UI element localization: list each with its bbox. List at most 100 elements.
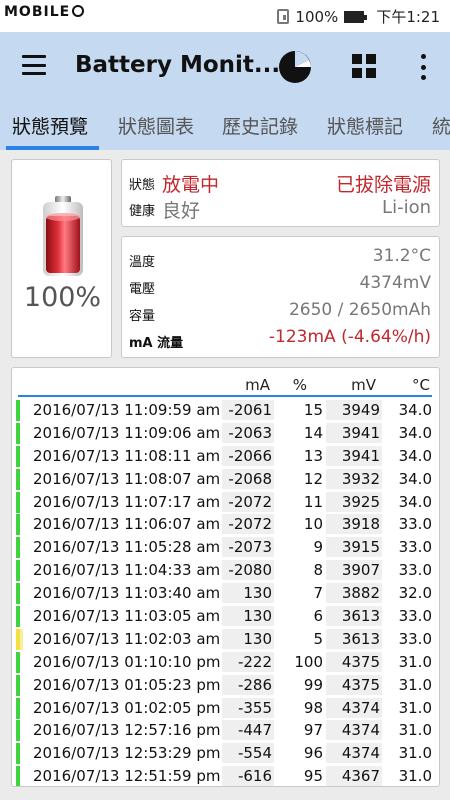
state-value: 放電中 <box>162 174 220 196</box>
power-source-status: 已拔除電源 <box>335 174 431 196</box>
charge-status-indicator <box>16 766 20 786</box>
row-voltage: 3918 <box>326 514 382 535</box>
table-row[interactable]: 2016/07/13 12:53:29 pm -554 96 4374 31.0 <box>16 742 436 765</box>
row-percent: 100 <box>294 652 323 671</box>
row-timestamp: 2016/07/13 11:07:17 am <box>33 492 221 511</box>
row-current: -355 <box>222 697 274 718</box>
table-row[interactable]: 2016/07/13 11:09:59 am -2061 15 3949 34.0 <box>16 399 436 422</box>
health-value: 良好 <box>162 200 201 222</box>
row-timestamp: 2016/07/13 11:06:07 am <box>33 515 221 534</box>
row-percent: 8 <box>313 561 323 580</box>
row-timestamp: 2016/07/13 12:53:29 pm <box>33 744 221 763</box>
brand-ring-icon <box>72 5 85 17</box>
header-temp: °C <box>412 376 430 394</box>
table-row[interactable]: 2016/07/13 01:10:10 pm -222 100 4375 31.0 <box>16 651 436 674</box>
row-current: 130 <box>222 583 274 604</box>
row-voltage: 3925 <box>326 491 382 512</box>
status-bar: MOBILE 100% 下午1:21 <box>0 0 450 32</box>
row-voltage: 3941 <box>326 422 382 443</box>
charge-status-indicator <box>16 422 20 444</box>
row-timestamp: 2016/07/13 11:09:06 am <box>33 423 221 442</box>
header-ma: mA <box>245 376 270 394</box>
row-temperature: 34.0 <box>398 469 432 488</box>
row-timestamp: 2016/07/13 01:02:05 pm <box>33 698 221 717</box>
row-voltage: 4375 <box>326 651 382 672</box>
voltage-label: 電壓 <box>129 282 156 297</box>
table-body: 2016/07/13 11:09:59 am -2061 15 3949 34.0 201… <box>16 399 436 786</box>
table-row[interactable]: 2016/07/13 11:09:06 am -2063 14 3941 34.0 <box>16 422 436 445</box>
row-voltage: 3613 <box>326 606 382 627</box>
tab-overview[interactable]: 狀態預覽 <box>12 112 88 139</box>
pie-chart-icon[interactable] <box>278 50 312 84</box>
info-panel: 溫度 31.2°C 電壓 4374mV 容量 2650 / 2650mAh mA… <box>121 236 440 358</box>
health-row: 健康 良好 Li-ion <box>129 196 431 222</box>
menu-icon[interactable] <box>22 55 46 75</box>
row-voltage: 4375 <box>326 674 382 695</box>
row-percent: 99 <box>303 675 323 694</box>
row-percent: 9 <box>313 538 323 557</box>
table-row[interactable]: 2016/07/13 01:05:23 pm -286 99 4375 31.0 <box>16 674 436 697</box>
voltage-row: 電壓 4374mV <box>129 273 431 297</box>
row-voltage: 3613 <box>326 628 382 649</box>
row-voltage: 3941 <box>326 445 382 466</box>
row-percent: 7 <box>313 584 323 603</box>
charge-status-indicator <box>16 674 20 696</box>
row-current: -2080 <box>222 560 274 581</box>
row-timestamp: 2016/07/13 01:05:23 pm <box>33 675 221 694</box>
table-row[interactable]: 2016/07/13 11:03:05 am 130 6 3613 33.0 <box>16 605 436 628</box>
table-row[interactable]: 2016/07/13 11:02:03 am 130 5 3613 33.0 <box>16 628 436 651</box>
row-percent: 96 <box>303 744 323 763</box>
row-current: -616 <box>222 766 274 786</box>
row-current: -447 <box>222 720 274 741</box>
temperature-label: 溫度 <box>129 255 156 270</box>
table-row[interactable]: 2016/07/13 11:07:17 am -2072 11 3925 34.0 <box>16 491 436 514</box>
table-row[interactable]: 2016/07/13 11:08:11 am -2066 13 3941 34.0 <box>16 445 436 468</box>
table-row[interactable]: 2016/07/13 11:03:40 am 130 7 3882 32.0 <box>16 582 436 605</box>
current-value: -123mA (-4.64%/h) <box>268 327 431 347</box>
row-percent: 13 <box>303 446 323 465</box>
grid-icon[interactable] <box>352 54 376 78</box>
row-temperature: 33.0 <box>398 538 432 557</box>
more-vert-icon[interactable] <box>418 54 428 80</box>
row-temperature: 34.0 <box>398 492 432 511</box>
row-current: -2072 <box>222 491 274 512</box>
row-voltage: 3907 <box>326 560 382 581</box>
charge-status-indicator <box>16 720 20 742</box>
row-percent: 14 <box>303 423 323 442</box>
tab-stats[interactable]: 統 <box>432 112 450 139</box>
row-voltage: 4374 <box>326 743 382 764</box>
charge-status-indicator <box>16 491 20 513</box>
table-row[interactable]: 2016/07/13 01:02:05 pm -355 98 4374 31.0 <box>16 697 436 720</box>
row-timestamp: 2016/07/13 11:03:05 am <box>33 607 221 626</box>
history-table[interactable]: mA % mV °C 2016/07/13 11:09:59 am -2061 15… <box>11 367 440 787</box>
table-row[interactable]: 2016/07/13 11:08:07 am -2068 12 3932 34.0 <box>16 468 436 491</box>
table-row[interactable]: 2016/07/13 12:51:59 pm -616 95 4367 31.0 <box>16 765 436 786</box>
brand-logo: MOBILE <box>4 4 85 20</box>
row-temperature: 31.0 <box>398 698 432 717</box>
header-mv: mV <box>351 376 376 394</box>
tab-bar: 狀態預覽 狀態圖表 歷史記錄 狀態標記 統 <box>0 102 450 150</box>
tab-markers[interactable]: 狀態標記 <box>327 112 403 139</box>
row-current: -286 <box>222 674 274 695</box>
status-battery-icon <box>344 10 368 23</box>
state-label: 狀態 <box>129 178 156 193</box>
tab-history[interactable]: 歷史記錄 <box>222 112 298 139</box>
row-percent: 15 <box>303 401 323 419</box>
table-row[interactable]: 2016/07/13 12:57:16 pm -447 97 4374 31.0 <box>16 719 436 742</box>
tab-charts[interactable]: 狀態圖表 <box>118 112 194 139</box>
row-current: -2072 <box>222 514 274 535</box>
row-current: -554 <box>222 743 274 764</box>
app-title: Battery Monit... <box>75 52 281 78</box>
capacity-value: 2650 / 2650mAh <box>288 300 431 320</box>
battery-percent: 100% <box>23 282 102 313</box>
table-row[interactable]: 2016/07/13 11:05:28 am -2073 9 3915 33.0 <box>16 536 436 559</box>
table-row[interactable]: 2016/07/13 11:06:07 am -2072 10 3918 33.0 <box>16 513 436 536</box>
table-row[interactable]: 2016/07/13 11:04:33 am -2080 8 3907 33.0 <box>16 559 436 582</box>
state-row: 狀態 放電中 已拔除電源 <box>129 170 431 196</box>
row-timestamp: 2016/07/13 11:08:07 am <box>33 469 221 488</box>
battery-panel: 100% <box>11 159 112 358</box>
charge-status-indicator <box>16 445 20 467</box>
charge-status-indicator <box>16 537 20 559</box>
row-temperature: 31.0 <box>398 767 432 786</box>
charge-status-indicator <box>16 697 20 719</box>
